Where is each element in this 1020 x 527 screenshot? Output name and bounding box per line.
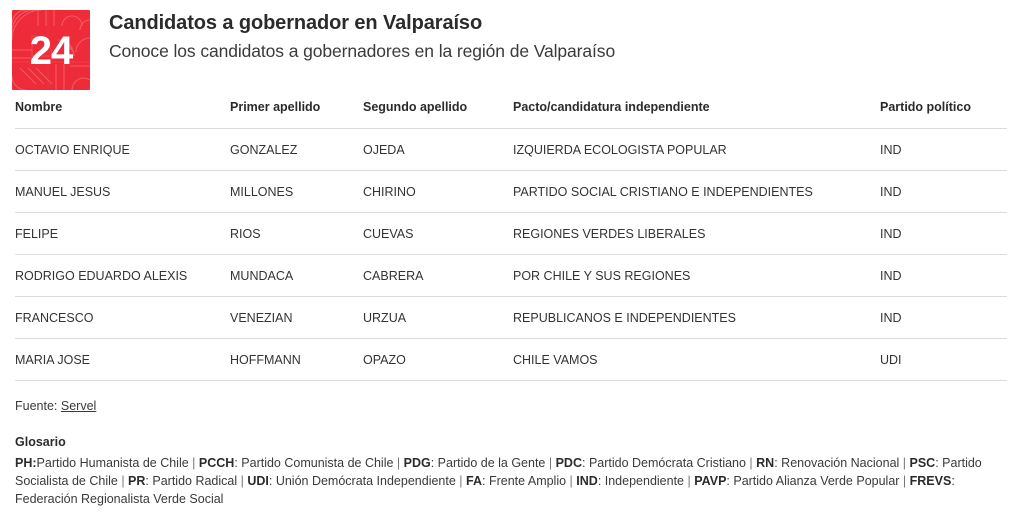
cell-pacto: REGIONES VERDES LIBERALES	[513, 212, 880, 255]
glossary-definition: : Unión Demócrata Independiente	[268, 474, 456, 488]
glossary-separator: |	[117, 474, 129, 488]
cell-partido: IND	[880, 170, 1007, 213]
cell-partido: IND	[880, 296, 1007, 339]
cell-pacto: PARTIDO SOCIAL CRISTIANO E INDEPENDIENTE…	[513, 170, 880, 213]
glossary-separator: |	[188, 456, 199, 470]
cell-partido: IND	[880, 128, 1007, 171]
column-header-nombre: Nombre	[15, 100, 230, 129]
glossary-abbr: PH:	[15, 456, 37, 470]
page-title: Candidatos a gobernador en Valparaíso	[109, 12, 483, 34]
glossary-abbr: PAVP	[694, 474, 727, 488]
infographic-page: 24 Candidatos a gobernador en Valparaíso…	[0, 0, 1020, 527]
glossary-separator: |	[455, 474, 467, 488]
glossary-definition: : Frente Amplio	[482, 474, 567, 488]
cell-segundo-apellido: URZUA	[363, 296, 513, 339]
glossary-definition: Partido Humanista de Chile	[36, 456, 189, 470]
glossary-definition: : Partido de la Gente	[430, 456, 546, 470]
glossary-separator: |	[899, 474, 910, 488]
table-row: OCTAVIO ENRIQUE GONZALEZ OJEDA IZQUIERDA…	[15, 128, 1007, 171]
cell-segundo-apellido: CHIRINO	[363, 170, 513, 213]
header: 24 Candidatos a gobernador en Valparaíso…	[0, 0, 1020, 100]
glossary-separator: |	[745, 456, 757, 470]
source-line: Fuente: Servel	[15, 398, 1005, 414]
glossary: Glosario PH:Partido Humanista de Chile |…	[15, 434, 1005, 508]
glossary-abbr: FA	[466, 474, 482, 488]
cell-pacto: CHILE VAMOS	[513, 338, 880, 381]
cell-nombre: OCTAVIO ENRIQUE	[15, 128, 230, 171]
cell-primer-apellido: RIOS	[230, 212, 363, 255]
column-header-segundo-apellido: Segundo apellido	[363, 100, 513, 129]
table-row: MANUEL JESUS MILLONES CHIRINO PARTIDO SO…	[15, 170, 1007, 213]
glossary-abbr: FREVS	[909, 474, 952, 488]
cell-primer-apellido: VENEZIAN	[230, 296, 363, 339]
cell-primer-apellido: GONZALEZ	[230, 128, 363, 171]
candidates-table: Nombre Primer apellido Segundo apellido …	[15, 100, 1007, 381]
cell-nombre: RODRIGO EDUARDO ALEXIS	[15, 254, 230, 297]
cell-primer-apellido: MUNDACA	[230, 254, 363, 297]
canal-24-logo: 24	[12, 10, 90, 90]
cell-segundo-apellido: CUEVAS	[363, 212, 513, 255]
cell-pacto: POR CHILE Y SUS REGIONES	[513, 254, 880, 297]
glossary-definition: : Partido Radical	[145, 474, 238, 488]
glossary-definition: : Renovación Nacional	[774, 456, 900, 470]
cell-nombre: FRANCESCO	[15, 296, 230, 339]
footer: Fuente: Servel Glosario PH:Partido Human…	[0, 381, 1020, 508]
cell-partido: UDI	[880, 338, 1007, 381]
glossary-definition: : Partido Demócrata Cristiano	[582, 456, 746, 470]
glossary-separator: |	[545, 456, 556, 470]
glossary-title: Glosario	[15, 435, 66, 449]
glossary-abbr: UDI	[247, 474, 269, 488]
source-label: Fuente:	[15, 399, 58, 413]
glossary-abbr: RN	[756, 456, 775, 470]
glossary-separator: |	[566, 474, 577, 488]
glossary-separator: |	[393, 456, 404, 470]
table-header: Nombre Primer apellido Segundo apellido …	[15, 100, 1007, 129]
glossary-abbr: PDG	[403, 456, 431, 470]
glossary-body: PH:Partido Humanista de Chile | PCCH: Pa…	[15, 454, 1005, 508]
glossary-definition: : Partido Alianza Verde Popular	[726, 474, 900, 488]
cell-pacto: IZQUIERDA ECOLOGISTA POPULAR	[513, 128, 880, 171]
table-row: FELIPE RIOS CUEVAS REGIONES VERDES LIBER…	[15, 212, 1007, 255]
glossary-abbr: PSC	[909, 456, 936, 470]
glossary-abbr: PCCH	[198, 456, 235, 470]
cell-primer-apellido: MILLONES	[230, 170, 363, 213]
cell-primer-apellido: HOFFMANN	[230, 338, 363, 381]
cell-nombre: FELIPE	[15, 212, 230, 255]
table-row: FRANCESCO VENEZIAN URZUA REPUBLICANOS E …	[15, 296, 1007, 339]
table-header-row: Nombre Primer apellido Segundo apellido …	[15, 100, 1007, 129]
table-row: RODRIGO EDUARDO ALEXIS MUNDACA CABRERA P…	[15, 254, 1007, 297]
cell-segundo-apellido: OPAZO	[363, 338, 513, 381]
cell-nombre: MANUEL JESUS	[15, 170, 230, 213]
glossary-abbr: PDC	[555, 456, 582, 470]
table-row: MARIA JOSE HOFFMANN OPAZO CHILE VAMOS UD…	[15, 338, 1007, 381]
glossary-separator: |	[899, 456, 910, 470]
page-subtitle: Conoce los candidatos a gobernadores en …	[109, 41, 616, 61]
header-text-block: Candidatos a gobernador en Valparaíso Co…	[90, 10, 615, 63]
table-body: OCTAVIO ENRIQUE GONZALEZ OJEDA IZQUIERDA…	[15, 128, 1007, 381]
glossary-definition: : Independiente	[597, 474, 685, 488]
glossary-separator: |	[237, 474, 248, 488]
cell-segundo-apellido: OJEDA	[363, 128, 513, 171]
logo-text: 24	[29, 28, 74, 73]
cell-segundo-apellido: CABRERA	[363, 254, 513, 297]
glossary-separator: |	[684, 474, 695, 488]
column-header-partido: Partido político	[880, 100, 1007, 129]
column-header-pacto: Pacto/candidatura independiente	[513, 100, 880, 129]
glossary-abbr: IND	[576, 474, 598, 488]
glossary-definition: : Partido Comunista de Chile	[234, 456, 394, 470]
source-link-servel[interactable]: Servel	[61, 399, 96, 413]
cell-partido: IND	[880, 254, 1007, 297]
cell-nombre: MARIA JOSE	[15, 338, 230, 381]
cell-partido: IND	[880, 212, 1007, 255]
candidates-table-container: Nombre Primer apellido Segundo apellido …	[0, 100, 1020, 381]
column-header-primer-apellido: Primer apellido	[230, 100, 363, 129]
cell-pacto: REPUBLICANOS E INDEPENDIENTES	[513, 296, 880, 339]
glossary-abbr: PR	[128, 474, 146, 488]
